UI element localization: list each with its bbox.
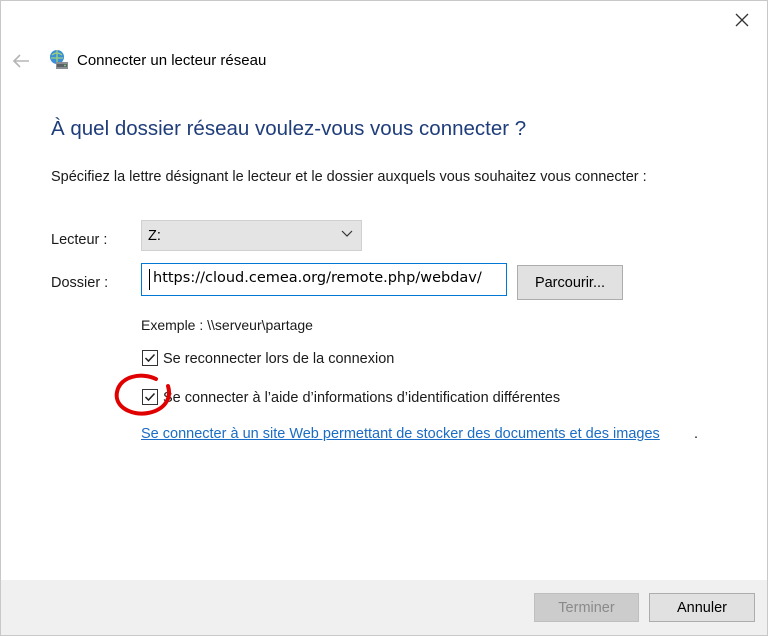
folder-label: Dossier : — [51, 275, 109, 291]
checkmark-icon — [144, 392, 156, 402]
drive-select[interactable]: Z: — [141, 220, 362, 251]
chevron-down-icon — [341, 230, 353, 237]
network-drive-icon — [50, 50, 68, 69]
browse-button[interactable]: Parcourir... — [517, 265, 623, 300]
other-credentials-checkbox[interactable] — [142, 389, 158, 405]
close-button[interactable] — [731, 9, 753, 31]
drive-select-value: Z: — [148, 228, 161, 244]
dialog-title: Connecter un lecteur réseau — [77, 52, 267, 69]
finish-button[interactable]: Terminer — [534, 593, 639, 622]
web-site-link[interactable]: Se connecter à un site Web permettant de… — [141, 426, 660, 442]
folder-input[interactable]: https://cloud.cemea.org/remote.php/webda… — [141, 263, 507, 296]
other-credentials-label[interactable]: Se connecter à l’aide d’informations d’i… — [163, 390, 560, 406]
dialog-window: Connecter un lecteur réseau À quel dossi… — [0, 0, 768, 636]
text-caret — [149, 269, 150, 290]
reconnect-label[interactable]: Se reconnecter lors de la connexion — [163, 351, 394, 367]
example-text: Exemple : \\serveur\partage — [141, 317, 313, 333]
checkmark-icon — [144, 353, 156, 363]
back-button[interactable] — [11, 53, 31, 69]
reconnect-checkbox[interactable] — [142, 350, 158, 366]
close-icon — [735, 13, 749, 27]
folder-input-value: https://cloud.cemea.org/remote.php/webda… — [153, 270, 482, 286]
back-arrow-icon — [12, 54, 29, 68]
link-period: . — [694, 426, 699, 442]
instruction-text: Spécifiez la lettre désignant le lecteur… — [51, 169, 647, 185]
drive-label: Lecteur : — [51, 232, 108, 248]
page-heading: À quel dossier réseau voulez-vous vous c… — [51, 117, 527, 140]
cancel-button[interactable]: Annuler — [649, 593, 755, 622]
